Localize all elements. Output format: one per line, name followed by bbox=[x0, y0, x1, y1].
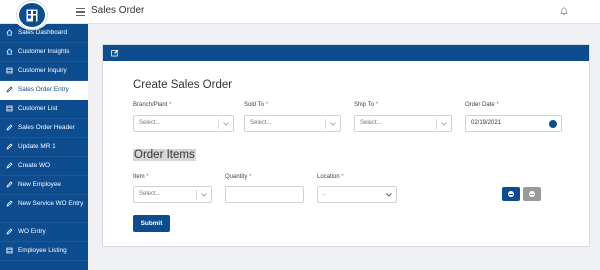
chevron-down-icon bbox=[386, 193, 392, 197]
sidebar-item-new-employee[interactable]: New Employee bbox=[0, 176, 88, 195]
remove-item-button[interactable] bbox=[523, 187, 541, 201]
chevron-down-icon bbox=[441, 122, 447, 126]
home-icon bbox=[6, 29, 13, 36]
location-value: .. bbox=[323, 191, 327, 197]
bell-icon[interactable] bbox=[560, 7, 568, 16]
sold-to-label: Sold To * bbox=[244, 102, 268, 108]
order-date-label: Order Date * bbox=[465, 102, 499, 108]
pencil-icon bbox=[6, 181, 13, 188]
sidebar-item-create-wo[interactable]: Create WO bbox=[0, 157, 88, 176]
menu-toggle-icon[interactable] bbox=[76, 8, 85, 16]
pencil-icon bbox=[6, 143, 13, 150]
sidebar-item-label: Create WO bbox=[18, 162, 50, 169]
sidebar-item-label: Employee Listing bbox=[18, 247, 67, 254]
sidebar-item-customer-insights[interactable]: Customer Insights bbox=[0, 43, 88, 62]
sidebar-item-label: Customer Insights bbox=[18, 48, 70, 55]
table-icon bbox=[6, 247, 13, 254]
item-placeholder: Select... bbox=[139, 191, 161, 197]
location-label: Location * bbox=[317, 174, 344, 180]
sidebar-item-label: New Employee bbox=[18, 181, 61, 188]
table-icon bbox=[6, 67, 13, 74]
form-title: Create Sales Order bbox=[133, 79, 233, 91]
edit-icon[interactable] bbox=[111, 49, 119, 57]
item-select[interactable]: Select... bbox=[133, 186, 212, 203]
ship-to-select[interactable]: Select... bbox=[354, 115, 452, 132]
branch-select[interactable]: Select... bbox=[133, 115, 234, 132]
pencil-icon bbox=[6, 124, 13, 131]
building-icon bbox=[26, 9, 38, 22]
pencil-icon bbox=[6, 162, 13, 169]
logo[interactable] bbox=[14, 0, 50, 30]
sales-order-card: Create Sales Order Branch/Plant * Select… bbox=[102, 44, 590, 247]
sold-to-select[interactable]: Select... bbox=[244, 115, 341, 132]
quantity-label: Quantity * bbox=[225, 174, 252, 180]
sidebar-item-label: Sales Order Header bbox=[18, 124, 75, 131]
plus-circle-icon bbox=[508, 191, 514, 197]
sidebar-item-sales-order-entry[interactable]: Sales Order Entry bbox=[0, 81, 88, 100]
sidebar-item-label: Customer List bbox=[18, 105, 58, 112]
order-date-field[interactable]: 02/19/2021 bbox=[465, 115, 562, 132]
sidebar-item-label: Update MR 1 bbox=[18, 143, 56, 150]
minus-circle-icon bbox=[529, 191, 535, 197]
sidebar-item-label: New Service WO Entry bbox=[18, 200, 84, 207]
order-items-title: Order Items bbox=[133, 149, 196, 161]
sidebar-item-wo-entry[interactable]: WO Entry bbox=[0, 223, 88, 242]
top-bar: Sales Order bbox=[0, 0, 600, 24]
sidebar-item-sales-dashboard[interactable]: Sales Dashboard bbox=[0, 24, 88, 43]
pencil-icon bbox=[6, 86, 13, 93]
sold-to-placeholder: Select... bbox=[250, 120, 272, 126]
pencil-icon bbox=[6, 228, 13, 235]
quantity-input[interactable] bbox=[225, 186, 304, 203]
add-item-button[interactable] bbox=[502, 187, 520, 201]
sidebar-item-label: WO Entry bbox=[18, 228, 46, 235]
sidebar-item-customer-list[interactable]: Customer List bbox=[0, 100, 88, 119]
calendar-icon[interactable] bbox=[549, 120, 557, 128]
sidebar-item-label: Sales Order Entry bbox=[18, 86, 69, 93]
sidebar: Sales Dashboard Customer Insights Customer… bbox=[0, 24, 88, 270]
card-header bbox=[103, 45, 589, 61]
branch-label: Branch/Plant * bbox=[133, 102, 172, 108]
sidebar-item-label: Customer Inquiry bbox=[18, 67, 67, 74]
sidebar-item-update-mr-1[interactable]: Update MR 1 bbox=[0, 138, 88, 157]
sidebar-item-new-service-wo-entry[interactable]: New Service WO Entry bbox=[0, 195, 88, 223]
sidebar-item-sales-order-header[interactable]: Sales Order Header bbox=[0, 119, 88, 138]
home-icon bbox=[6, 48, 13, 55]
location-select[interactable]: .. bbox=[317, 186, 397, 203]
chevron-down-icon bbox=[223, 122, 229, 126]
table-icon bbox=[6, 105, 13, 112]
sidebar-item-label: Sales Dashboard bbox=[18, 29, 68, 36]
chevron-down-icon bbox=[201, 193, 207, 197]
item-label: Item * bbox=[133, 174, 149, 180]
ship-to-placeholder: Select... bbox=[360, 120, 382, 126]
sidebar-item-employee-listing[interactable]: Employee Listing bbox=[0, 242, 88, 261]
branch-placeholder: Select... bbox=[139, 120, 161, 126]
order-date-value: 02/19/2021 bbox=[471, 120, 502, 126]
page-title: Sales Order bbox=[91, 5, 145, 16]
sidebar-item-customer-inquiry[interactable]: Customer Inquiry bbox=[0, 62, 88, 81]
ship-to-label: Ship To * bbox=[354, 102, 378, 108]
chevron-down-icon bbox=[330, 122, 336, 126]
submit-button[interactable]: Submit bbox=[133, 215, 170, 232]
pencil-icon bbox=[6, 200, 13, 207]
